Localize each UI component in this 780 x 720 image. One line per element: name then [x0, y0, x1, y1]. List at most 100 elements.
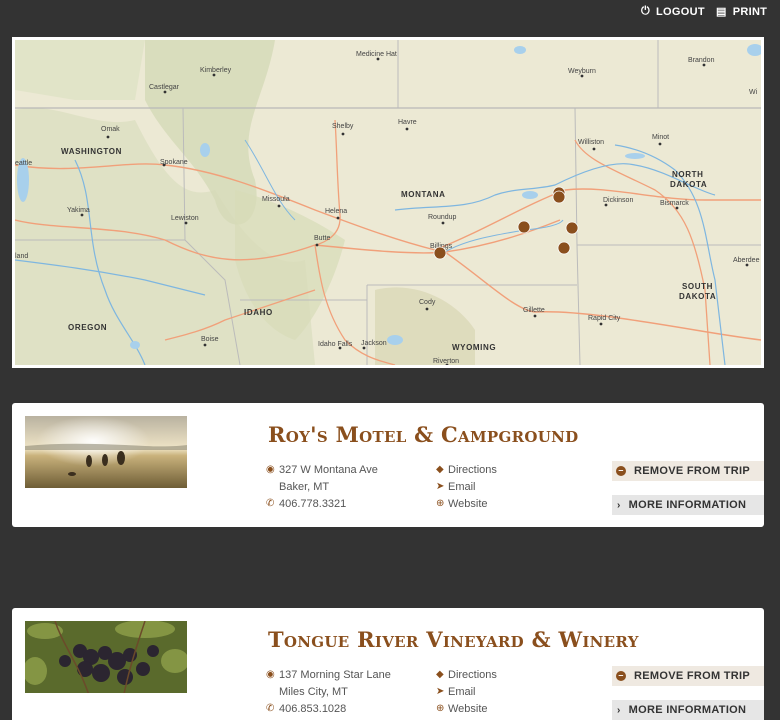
globe-icon: ⊕ — [436, 498, 445, 509]
map-marker[interactable] — [557, 241, 571, 255]
map-label-aberdeen: Aberdee — [733, 257, 760, 264]
phone-number[interactable]: 406.853.1028 — [279, 703, 346, 715]
more-label: MORE INFORMATION — [628, 704, 747, 716]
logout-icon: ⏻ — [641, 5, 651, 17]
map-label-helena: Helena — [325, 208, 347, 215]
map-canvas[interactable]: WASHINGTON MONTANA NORTH DAKOTA SOUTH DA… — [15, 40, 761, 365]
website-label: Website — [448, 497, 488, 510]
map-label-kimberley: Kimberley — [200, 67, 232, 74]
minus-circle-icon: – — [616, 671, 626, 681]
map-label-omak: Omak — [101, 126, 120, 133]
logout-label: LOGOUT — [656, 5, 705, 18]
map-label-montana: MONTANA — [401, 190, 446, 199]
map-label-spokane: Spokane — [160, 159, 188, 166]
chevron-right-icon: › — [617, 704, 621, 716]
phone-icon: ✆ — [266, 703, 275, 714]
map-marker[interactable] — [517, 220, 531, 234]
map-label-seattle: eattle — [15, 160, 32, 167]
printer-icon: ▤ — [716, 6, 727, 18]
map-label-roundup: Roundup — [428, 214, 457, 221]
website-link[interactable]: ⊕ Website — [436, 700, 497, 717]
listing-card: Tongue River Vineyard & Winery ◉ 137 Mor… — [12, 608, 764, 720]
address-line2: Miles City, MT — [279, 685, 348, 698]
location-pin-icon: ◉ — [266, 464, 275, 475]
listing-photo[interactable] — [25, 621, 187, 693]
website-link[interactable]: ⊕ Website — [436, 495, 497, 512]
more-label: MORE INFORMATION — [628, 499, 747, 511]
map-label-washington: WASHINGTON — [61, 147, 122, 156]
directions-label: Directions — [448, 463, 497, 476]
remove-label: REMOVE FROM TRIP — [634, 465, 751, 477]
listing-card: Roy's Motel & Campground ◉ 327 W Montana… — [12, 403, 764, 527]
map-label-south-dakota: DAKOTA — [679, 292, 716, 301]
chevron-right-icon: › — [617, 499, 621, 511]
phone-number[interactable]: 406.778.3321 — [279, 498, 346, 510]
map-label-lewiston: Lewiston — [171, 215, 199, 222]
address-line1: 137 Morning Star Lane — [279, 668, 391, 681]
print-label: PRINT — [732, 5, 768, 18]
directions-icon: ◆ — [436, 464, 444, 475]
map-label-castlegar: Castlegar — [149, 84, 180, 91]
map-marker[interactable] — [433, 246, 447, 260]
listing-links: ◆ Directions ➤ Email ⊕ Website — [436, 461, 497, 512]
more-information-button[interactable]: › MORE INFORMATION — [612, 700, 764, 720]
send-icon: ➤ — [436, 481, 445, 492]
remove-from-trip-button[interactable]: – REMOVE FROM TRIP — [612, 461, 764, 481]
email-label: Email — [448, 685, 476, 698]
map-label-north: NORTH — [672, 170, 703, 179]
map-label-yakima: Yakima — [67, 207, 90, 214]
logout-link[interactable]: ⏻ LOGOUT — [641, 5, 705, 18]
directions-icon: ◆ — [436, 669, 444, 680]
map-label-shelby: Shelby — [332, 123, 354, 130]
map-label-wyoming: WYOMING — [452, 343, 496, 352]
map-marker[interactable] — [565, 221, 579, 235]
map-label-south: SOUTH — [682, 282, 713, 291]
map-label-boise: Boise — [201, 336, 219, 343]
email-label: Email — [448, 480, 476, 493]
map-label-dakota: DAKOTA — [670, 180, 707, 189]
listing-contact: ◉ 137 Morning Star Lane Miles City, MT ✆… — [266, 666, 391, 717]
website-label: Website — [448, 702, 488, 715]
listing-contact: ◉ 327 W Montana Ave Baker, MT ✆ 406.778.… — [266, 461, 378, 512]
map-label-cody: Cody — [419, 299, 436, 306]
map-label-gillette: Gillette — [523, 307, 545, 314]
email-link[interactable]: ➤ Email — [436, 478, 497, 495]
location-pin-icon: ◉ — [266, 669, 275, 680]
map-label-riverton: Riverton — [433, 358, 459, 365]
directions-link[interactable]: ◆ Directions — [436, 461, 497, 478]
listing-title[interactable]: Roy's Motel & Campground — [268, 422, 578, 447]
minus-circle-icon: – — [616, 466, 626, 476]
directions-link[interactable]: ◆ Directions — [436, 666, 497, 683]
email-link[interactable]: ➤ Email — [436, 683, 497, 700]
directions-label: Directions — [448, 668, 497, 681]
trip-map[interactable]: WASHINGTON MONTANA NORTH DAKOTA SOUTH DA… — [12, 37, 764, 368]
print-link[interactable]: ▤ PRINT — [716, 5, 768, 19]
map-label-weyburn: Weyburn — [568, 68, 596, 75]
globe-icon: ⊕ — [436, 703, 445, 714]
remove-from-trip-button[interactable]: – REMOVE FROM TRIP — [612, 666, 764, 686]
top-bar: ⏻ LOGOUT ▤ PRINT — [0, 0, 780, 24]
map-label-wi: Wi — [749, 89, 758, 96]
listing-photo[interactable] — [25, 416, 187, 488]
map-label-havre: Havre — [398, 119, 417, 126]
map-label-williston: Williston — [578, 139, 604, 146]
map-label-butte: Butte — [314, 235, 330, 242]
map-label-brandon: Brandon — [688, 57, 715, 64]
map-label-bismarck: Bismarck — [660, 200, 689, 207]
address-line1: 327 W Montana Ave — [279, 463, 378, 476]
more-information-button[interactable]: › MORE INFORMATION — [612, 495, 764, 515]
map-marker[interactable] — [552, 190, 566, 204]
map-label-jackson: Jackson — [361, 340, 387, 347]
phone-icon: ✆ — [266, 498, 275, 509]
map-label-medicine-hat: Medicine Hat — [356, 51, 397, 58]
map-label-rapid-city: Rapid City — [588, 315, 621, 322]
map-label-dickinson: Dickinson — [603, 197, 633, 204]
listing-title[interactable]: Tongue River Vineyard & Winery — [268, 627, 639, 652]
map-label-minot: Minot — [652, 134, 669, 141]
map-label-idaho-falls: Idaho Falls — [318, 341, 353, 348]
map-label-missoula: Missoula — [262, 196, 290, 203]
map-label-oregon: OREGON — [68, 323, 107, 332]
address-line2: Baker, MT — [279, 480, 330, 493]
map-label-land: land — [15, 253, 28, 260]
send-icon: ➤ — [436, 686, 445, 697]
